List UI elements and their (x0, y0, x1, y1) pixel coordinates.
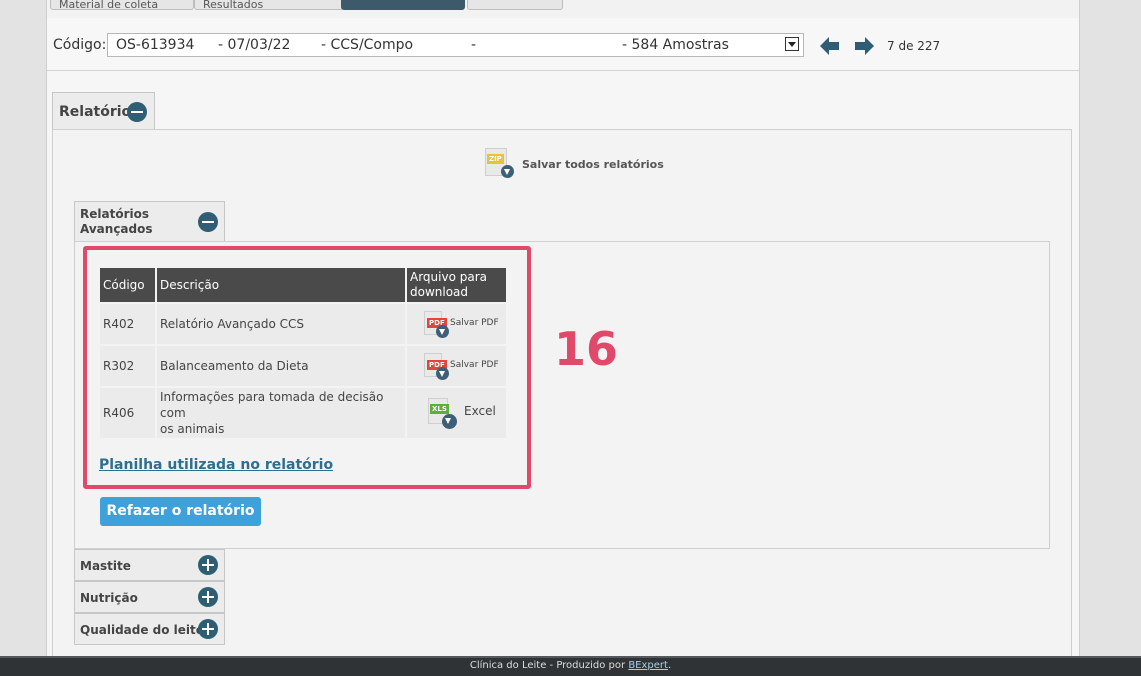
accordion-label: Nutrição (80, 591, 138, 605)
accordion-item-qualidade-do-leite[interactable]: Qualidade do leite (74, 613, 225, 645)
top-tabs-strip: Material de coleta Resultados (47, 0, 1079, 19)
order-samples: - 584 Amostras (622, 37, 729, 53)
advanced-reports-header[interactable]: Relatórios Avançados (74, 201, 225, 242)
footer-divider (0, 656, 1141, 658)
order-type: - CCS/Compo (321, 37, 414, 53)
code-select[interactable]: OS-613934 - 07/03/22 - CCS/Compo - - 584… (107, 33, 804, 57)
code-bar: Código: OS-613934 - 07/03/22 - CCS/Compo… (47, 18, 1079, 71)
zip-badge: ZIP (487, 154, 504, 164)
order-dash: - (471, 37, 477, 53)
advanced-title-line1: Relatórios (80, 207, 149, 221)
order-date: - 07/03/22 (218, 37, 291, 53)
tab-material-de-coleta[interactable]: Material de coleta (50, 0, 194, 10)
code-label: Código: (53, 37, 107, 53)
tab-resultados[interactable]: Resultados (194, 0, 344, 10)
record-counter: 7 de 227 (887, 39, 941, 53)
highlight-box (83, 246, 531, 489)
chevron-down-icon[interactable] (785, 37, 799, 51)
expand-icon[interactable] (198, 587, 218, 607)
save-all-button[interactable]: ZIP (484, 148, 518, 184)
collapse-icon[interactable] (198, 212, 218, 232)
redo-report-button[interactable]: Refazer o relatório (100, 497, 261, 526)
download-icon (501, 165, 514, 178)
save-all-label[interactable]: Salvar todos relatórios (522, 158, 664, 171)
reports-section-header[interactable]: Relatórios (52, 92, 155, 130)
footer-end: . (667, 660, 672, 671)
arrow-left-icon[interactable] (820, 37, 840, 55)
accordion-label: Qualidade do leite (80, 623, 204, 637)
expand-icon[interactable] (198, 619, 218, 639)
collapse-icon[interactable] (127, 102, 147, 122)
footer-link[interactable]: BExpert (628, 660, 668, 671)
step-number: 16 (554, 322, 619, 376)
tab-other[interactable] (467, 0, 563, 10)
order-number: OS-613934 (116, 37, 195, 53)
advanced-title-line2: Avançados (80, 222, 153, 236)
footer: Clínica do Leite - Produzido por BExpert… (0, 656, 1141, 676)
accordion-item-nutricao[interactable]: Nutrição (74, 581, 225, 613)
expand-icon[interactable] (198, 555, 218, 575)
accordion-label: Mastite (80, 559, 131, 573)
accordion-item-mastite[interactable]: Mastite (74, 549, 225, 581)
arrow-right-icon[interactable] (854, 37, 874, 55)
tab-active[interactable] (341, 0, 465, 10)
footer-text: Clínica do Leite - Produzido por (469, 660, 626, 671)
